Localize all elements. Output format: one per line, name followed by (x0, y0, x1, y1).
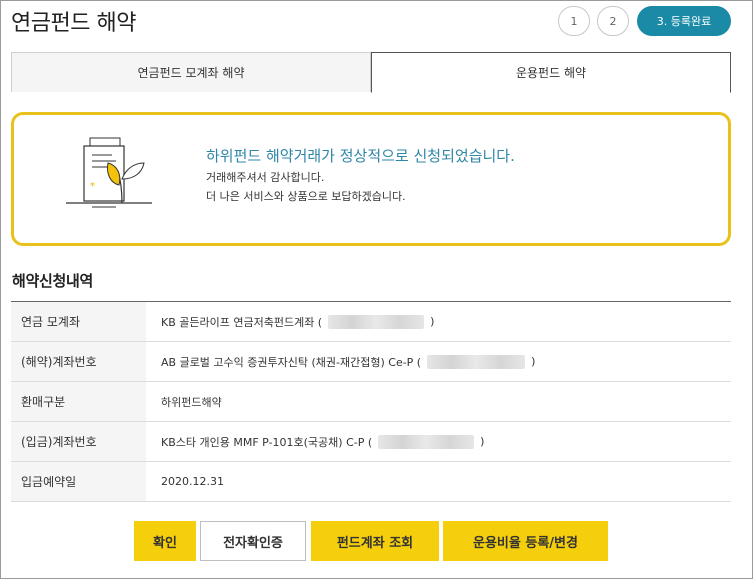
row-value: KB스타 개인용 MMF P-101호(국공채) C-P ( ) (161, 434, 485, 449)
tab-bar: 연금펀드 모계좌 해약 운용펀드 해약 (11, 52, 731, 93)
notice-heading: 하위펀드 해약거래가 정상적으로 신청되었습니다. (206, 147, 515, 165)
table-row: 연금 모계좌 KB 골든라이프 연금저축펀드계좌 ( ) (11, 302, 731, 342)
deposit-fund-name: KB스타 개인용 MMF P-101호(국공채) C-P ( (161, 435, 373, 449)
tab-managed-fund-cancel[interactable]: 운용펀드 해약 (371, 52, 731, 93)
details-table: 연금 모계좌 KB 골든라이프 연금저축펀드계좌 ( ) (해약)계좌번호 AB… (11, 301, 731, 502)
masked-account-number (328, 314, 425, 329)
row-label: 연금 모계좌 (11, 302, 146, 341)
redemption-type: 하위펀드해약 (161, 395, 222, 409)
row-value: AB 글로벌 고수익 증권투자신탁 (채권-재간접형) Ce-P ( ) (161, 354, 536, 369)
masked-account-number (427, 354, 526, 369)
tab-parent-account-cancel[interactable]: 연금펀드 모계좌 해약 (11, 52, 371, 92)
document-plant-icon: * (66, 137, 152, 208)
page-title: 연금펀드 해약 (11, 11, 136, 36)
row-label: (입금)계좌번호 (11, 422, 146, 461)
deposit-reservation-date: 2020.12.31 (161, 475, 224, 488)
fund-account-inquiry-button[interactable]: 펀드계좌 조회 (311, 521, 439, 561)
allocation-ratio-button[interactable]: 운용비율 등록/변경 (443, 521, 608, 561)
confirm-button[interactable]: 확인 (134, 521, 196, 561)
row-label: 입금예약일 (11, 462, 146, 501)
notice-service-text: 더 나은 서비스와 상품으로 보답하겠습니다. (206, 190, 406, 203)
notice-thanks-text: 거래해주셔서 감사합니다. (206, 171, 325, 184)
table-row: (해약)계좌번호 AB 글로벌 고수익 증권투자신탁 (채권-재간접형) Ce-… (11, 342, 731, 382)
cancel-fund-name: AB 글로벌 고수익 증권투자신탁 (채권-재간접형) Ce-P ( (161, 355, 422, 369)
masked-account-number (378, 434, 475, 449)
svg-text:*: * (90, 181, 95, 192)
table-row: 입금예약일 2020.12.31 (11, 462, 731, 502)
row-label: (해약)계좌번호 (11, 342, 146, 381)
e-certificate-button[interactable]: 전자확인증 (200, 521, 306, 561)
table-row: (입금)계좌번호 KB스타 개인용 MMF P-101호(국공채) C-P ( … (11, 422, 731, 462)
table-row: 환매구분 하위펀드해약 (11, 382, 731, 422)
step-indicator-1: 1 (558, 6, 590, 36)
row-value: 하위펀드해약 (146, 382, 731, 421)
completion-notice-box: * 하위펀드 해약거래가 정상적으로 신청되었습니다. 거래해주셔서 감사합니다… (11, 112, 731, 246)
row-label: 환매구분 (11, 382, 146, 421)
details-section-title: 해약신청내역 (12, 272, 94, 290)
parent-account-name: KB 골든라이프 연금저축펀드계좌 ( (161, 315, 323, 329)
step-indicator-2: 2 (597, 6, 629, 36)
row-value: KB 골든라이프 연금저축펀드계좌 ( ) (161, 314, 435, 329)
step-indicator-3-current: 3. 등록완료 (637, 6, 731, 36)
row-value: 2020.12.31 (146, 462, 731, 501)
